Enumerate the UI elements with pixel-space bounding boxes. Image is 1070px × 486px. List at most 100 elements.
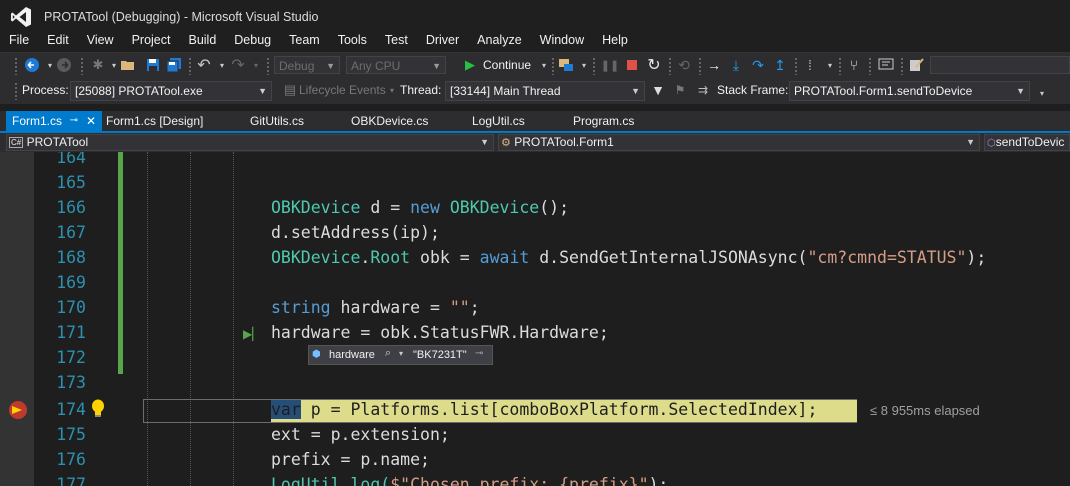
project-select[interactable]: C# PROTATool ▼ [6,134,494,151]
open-folder-icon[interactable] [120,57,136,73]
step-out-icon[interactable]: ↥ [772,57,788,73]
menu-view[interactable]: View [78,31,123,51]
hot-reload-icon[interactable]: ⟲ [676,57,692,73]
code-line-177[interactable]: LogUtil.log($"Chosen prefix: {prefix}"); [271,475,668,486]
continue-dropdown-icon[interactable]: ▾ [536,57,552,73]
quick-search-input[interactable] [930,56,1070,74]
lifecycle-events-label[interactable]: Lifecycle Events [299,83,386,97]
menu-team[interactable]: Team [280,31,329,51]
close-icon[interactable]: ✕ [86,111,96,131]
toolbar-grip-2[interactable] [14,82,18,100]
code-editor[interactable]: 164 165 166 167 168 169 170 171 172 173 … [0,152,1070,486]
show-next-statement-icon[interactable]: → [706,57,722,73]
visualizer-dropdown-icon[interactable]: ▾ [399,349,403,358]
redo-icon[interactable]: ↷ [230,57,246,74]
code-line-166[interactable]: OBKDevice d = new OBKDevice(); [271,198,569,217]
menu-help[interactable]: Help [593,31,637,51]
menu-edit[interactable]: Edit [38,31,78,51]
glyph-margin[interactable] [0,152,34,486]
attach-process-icon[interactable] [558,57,574,73]
tab-gitutils[interactable]: GitUtils.cs [244,111,334,131]
string-token: $"Chosen prefix: {prefix}" [390,475,649,486]
comment-icon[interactable] [878,57,894,73]
solution-configuration-select[interactable]: Debug ▼ [274,56,340,74]
breakpoint-current-statement-icon[interactable] [9,401,27,419]
code-token: ); [648,475,669,486]
solution-platform-select[interactable]: Any CPU ▼ [346,56,446,74]
tab-label: Form1.cs [12,114,63,128]
navigate-back-icon[interactable] [24,57,40,73]
menu-analyze[interactable]: Analyze [468,31,530,51]
magnifier-icon[interactable]: ⌕ [385,347,391,360]
line-number: 173 [56,373,86,392]
tab-logutil[interactable]: LogUtil.cs [466,111,556,131]
menu-window[interactable]: Window [531,31,593,51]
analyze-tool-icon[interactable] [908,57,924,73]
menu-driver[interactable]: Driver [417,31,468,51]
project-value: PROTATool [26,135,89,149]
stack-frame-select[interactable]: PROTATool.Form1.sendToDevice ▼ [789,81,1030,101]
line-number: 167 [56,223,86,242]
code-line-176[interactable]: prefix = p.name; [271,450,430,469]
perf-tip-elapsed[interactable]: ≤ 8 955ms elapsed [870,403,980,418]
member-select[interactable]: ⬡sendToDevic [984,134,1070,151]
menu-tools[interactable]: Tools [329,31,376,51]
code-line-175[interactable]: ext = p.extension; [271,425,450,444]
thread-label: Thread: [400,83,442,97]
code-line-168[interactable]: OBKDevice.Root obk = await d.SendGetInte… [271,248,986,267]
show-flagged-threads-icon[interactable]: ⇉ [695,82,711,98]
menu-file[interactable]: File [0,31,38,51]
break-all-icon[interactable]: ❚❚ [601,57,619,73]
attach-dropdown-icon[interactable]: ▾ [576,57,592,73]
step-over-icon[interactable]: ↷ [750,57,766,73]
pin-icon[interactable]: ⊸ [70,111,78,131]
stop-debugging-icon[interactable] [624,57,640,73]
new-project-icon[interactable]: ✱ [90,57,106,73]
thread-select[interactable]: [33144] Main Thread ▼ [445,81,645,101]
code-line-170[interactable]: string hardware = ""; [271,298,480,317]
code-line-167[interactable]: d.setAddress(ip); [271,223,440,242]
branch-icon[interactable]: ⑂ [846,57,862,73]
lifecycle-events-icon[interactable]: ▤ [282,82,298,98]
menu-test[interactable]: Test [376,31,417,51]
restart-icon[interactable]: ↻ [646,57,662,74]
hex-display-icon[interactable]: ⁞ [802,57,818,73]
type-select[interactable]: ⚙ PROTATool.Form1 ▼ [498,134,980,151]
chevron-down-icon: ▼ [326,61,335,71]
pin-icon[interactable]: ⊸ [475,348,483,359]
continue-play-icon[interactable]: ▶ [462,57,478,73]
filter-icon[interactable]: ▼ [650,82,666,98]
stack-frame-label: Stack Frame: [717,83,789,97]
lifecycle-dropdown-icon[interactable]: ▾ [384,82,400,98]
tab-form1-design[interactable]: Form1.cs [Design] [100,111,232,131]
step-into-icon[interactable]: ⤓ [728,57,744,73]
redo-dropdown-icon[interactable]: ▾ [248,57,264,73]
undo-icon[interactable]: ↶ [196,57,212,74]
overflow-dropdown-icon[interactable]: ▾ [822,57,838,73]
continue-button[interactable]: Continue [483,58,531,72]
toolbar-overflow-icon[interactable]: ▾ [1034,85,1050,101]
undo-dropdown-icon[interactable]: ▾ [214,57,230,73]
code-line-171[interactable]: hardware = obk.StatusFWR.Hardware; [271,323,609,342]
toggle-flag-icon[interactable]: ⚑ [672,82,688,98]
menu-debug[interactable]: Debug [225,31,280,51]
selected-keyword-token: var [271,400,301,419]
menu-bar: File Edit View Project Build Debug Team … [0,31,1070,51]
run-to-here-icon[interactable]: ▶▏ [243,327,261,341]
navigate-forward-icon[interactable] [56,57,72,73]
tab-label: Form1.cs [Design] [106,114,204,128]
light-bulb-icon[interactable] [90,399,106,419]
process-select[interactable]: [25088] PROTATool.exe ▼ [70,81,272,101]
menu-project[interactable]: Project [123,31,180,51]
save-all-icon[interactable] [166,57,182,73]
code-line-174[interactable]: var p = Platforms.list[comboBoxPlatform.… [271,400,817,419]
method-icon: ⬡ [987,138,996,149]
tab-program[interactable]: Program.cs [567,111,657,131]
toolbar-grip[interactable] [14,57,18,75]
datatip-hardware[interactable]: ⬢ hardware ⌕ ▾ "BK7231T" ⊸ [308,345,493,365]
menu-build[interactable]: Build [179,31,225,51]
keyword-token: string [271,298,331,317]
tab-form1-cs[interactable]: Form1.cs ⊸ ✕ [6,111,102,131]
tab-obkdevice[interactable]: OBKDevice.cs [345,111,455,131]
save-icon[interactable] [145,57,161,73]
